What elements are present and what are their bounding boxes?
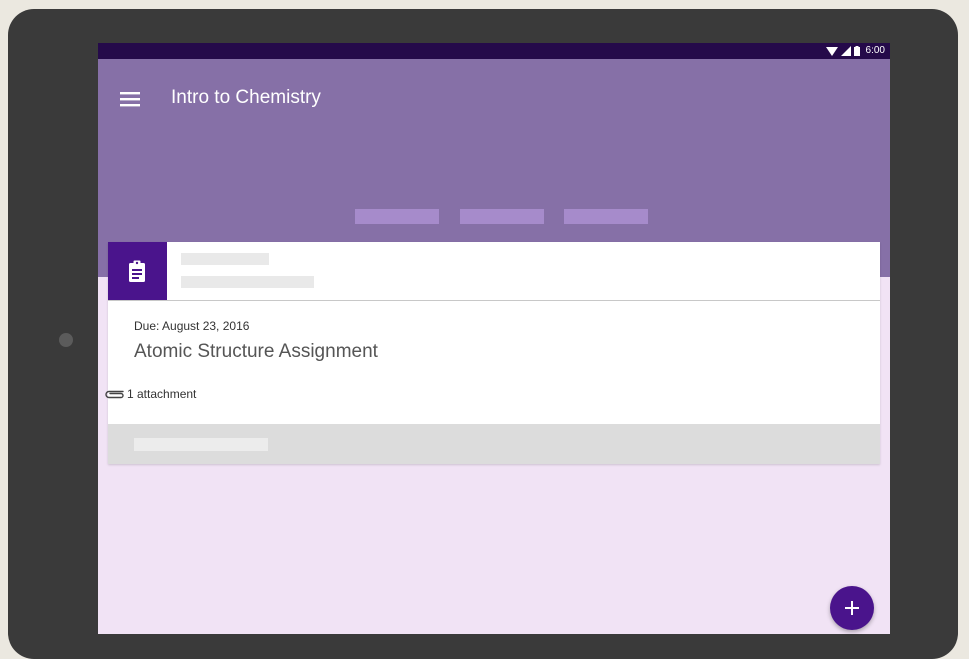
app-screen: 6:00 Intro to Chemistry Due: August 23, … (98, 43, 890, 634)
tab-3[interactable] (564, 209, 648, 224)
footer-skeleton (134, 438, 268, 451)
attachment-count: 1 attachment (127, 387, 197, 401)
card-icon-box (108, 242, 167, 300)
status-bar: 6:00 (98, 43, 890, 59)
wifi-icon (826, 47, 838, 56)
tab-1[interactable] (355, 209, 439, 224)
header-skeleton-title (181, 253, 269, 265)
assignment-title[interactable]: Atomic Structure Assignment (134, 341, 378, 363)
due-date: Due: August 23, 2016 (134, 319, 250, 333)
menu-icon[interactable] (120, 91, 140, 107)
battery-icon (854, 46, 860, 56)
header-skeleton-subtitle (181, 276, 314, 288)
paperclip-icon (105, 390, 124, 399)
status-time: 6:00 (865, 45, 885, 56)
plus-icon (845, 601, 859, 615)
tab-2[interactable] (460, 209, 544, 224)
assignment-clipboard-icon (129, 260, 145, 282)
attachment-link[interactable]: 1 attachment (103, 387, 196, 401)
tablet-camera (59, 333, 73, 347)
tablet-frame: 6:00 Intro to Chemistry Due: August 23, … (8, 9, 958, 659)
page-title: Intro to Chemistry (171, 87, 321, 108)
card-footer (108, 424, 880, 464)
assignment-card[interactable]: Due: August 23, 2016 Atomic Structure As… (105, 242, 880, 464)
status-icons (826, 45, 860, 57)
signal-icon (841, 46, 851, 56)
card-header (108, 242, 880, 301)
add-button[interactable] (830, 586, 874, 630)
